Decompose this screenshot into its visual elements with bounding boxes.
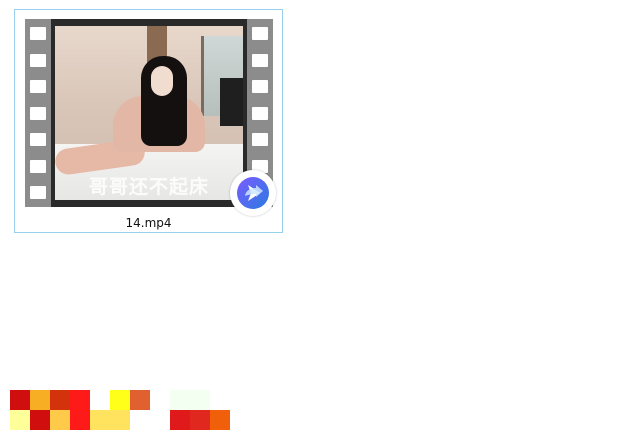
film-hole (30, 27, 46, 40)
mosaic-cell (110, 410, 130, 430)
film-hole (252, 54, 268, 67)
mosaic-cell (70, 390, 90, 410)
film-strip-left (25, 19, 51, 207)
film-hole (30, 80, 46, 93)
mosaic-cell (10, 410, 30, 430)
person-face (151, 66, 173, 96)
mosaic-cell (150, 390, 170, 410)
mosaic-cell (150, 410, 170, 430)
film-hole (252, 107, 268, 120)
film-hole (30, 160, 46, 173)
mosaic-cell (210, 410, 230, 430)
pixel-mosaic (10, 390, 230, 430)
mosaic-cell (130, 390, 150, 410)
share-arrow-icon-glyph (237, 177, 269, 209)
mosaic-cell (90, 410, 110, 430)
mosaic-cell (110, 390, 130, 410)
video-caption: 哥哥还不起床 (88, 176, 209, 198)
mosaic-cell (30, 410, 50, 430)
mosaic-cell (170, 410, 190, 430)
mosaic-cell (10, 390, 30, 410)
share-arrow-icon (230, 170, 276, 216)
film-hole (30, 107, 46, 120)
mosaic-cell (190, 410, 210, 430)
film-hole (30, 133, 46, 146)
file-name-label: 14.mp4 (125, 216, 172, 230)
film-hole (30, 54, 46, 67)
mosaic-cell (70, 410, 90, 430)
mosaic-cell (190, 390, 210, 410)
mosaic-cell (170, 390, 190, 410)
film-hole (30, 186, 46, 199)
video-frame-image: 哥哥还不起床 (55, 26, 243, 200)
mosaic-cell (50, 410, 70, 430)
tv (220, 78, 243, 126)
video-file-item[interactable]: 哥哥还不起床 14.mp4 (14, 9, 283, 233)
mosaic-cell (210, 390, 230, 410)
mosaic-cell (50, 390, 70, 410)
film-hole (252, 80, 268, 93)
film-hole (252, 27, 268, 40)
mosaic-cell (90, 390, 110, 410)
mosaic-cell (30, 390, 50, 410)
film-hole (252, 133, 268, 146)
mosaic-cell (130, 410, 150, 430)
